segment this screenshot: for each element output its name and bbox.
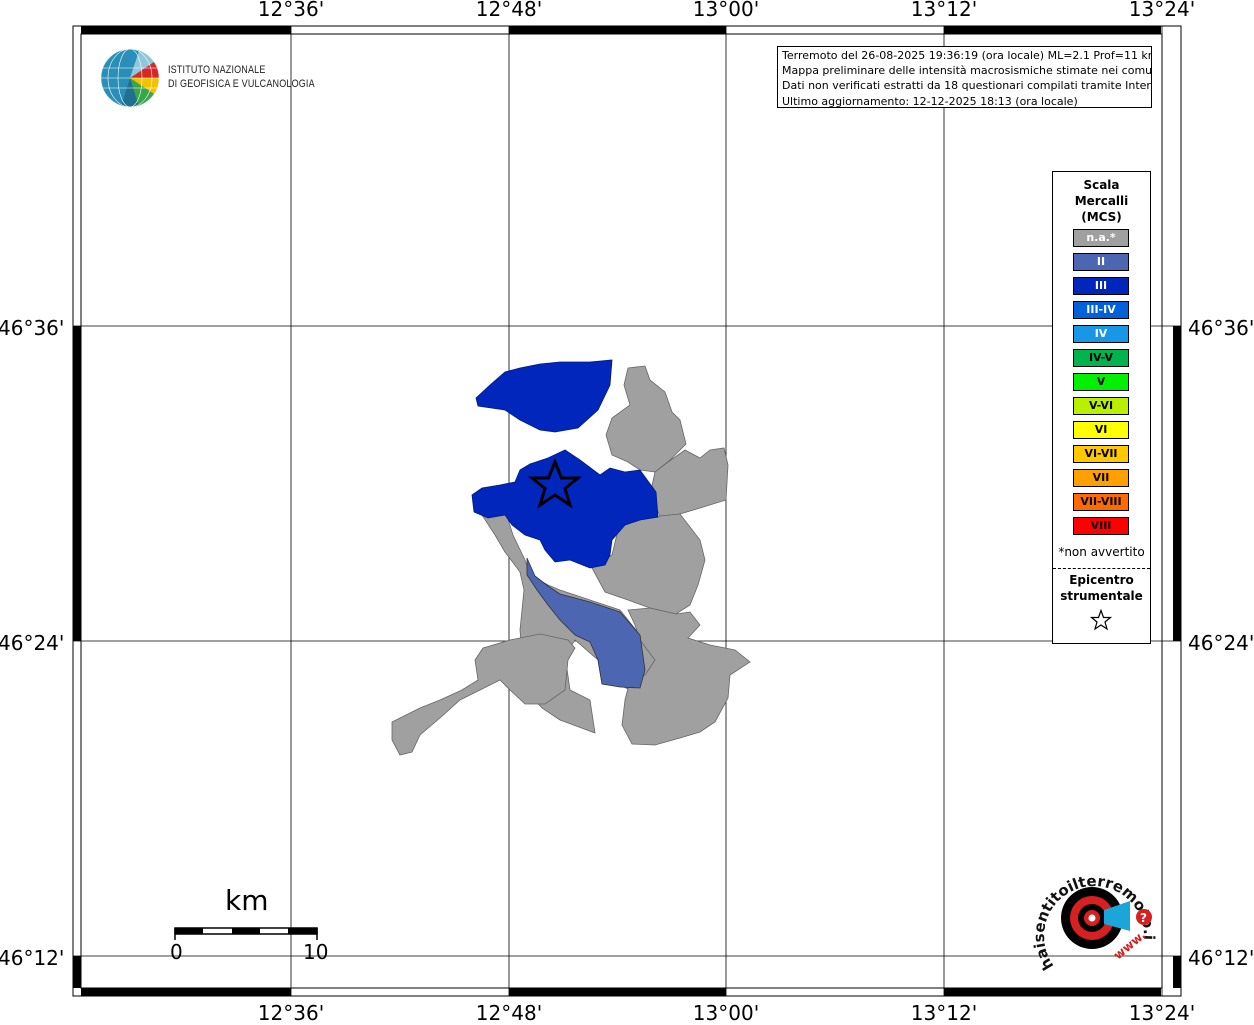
- ingv-name-line2: DI GEOFISICA E VULCANOLOGIA: [168, 78, 315, 90]
- legend-class-swatch: VII-VIII: [1073, 493, 1129, 511]
- legend-note: *non avvertito: [1058, 545, 1145, 559]
- lon-tick-top: 13°12': [910, 0, 978, 21]
- globe-icon: [101, 49, 159, 107]
- legend-title: (MCS): [1081, 210, 1122, 224]
- legend-epicenter-label: Epicentro strumentale: [1053, 572, 1150, 604]
- legend-class-swatch: III-IV: [1073, 301, 1129, 319]
- hsit-logo-graphic: haisentitoilterremoto.it ? www.: [1020, 854, 1158, 973]
- lat-tick-left: 46°24': [0, 631, 65, 655]
- legend-class-swatch: III: [1073, 277, 1129, 295]
- legend-divider: [1053, 568, 1150, 569]
- legend-class-swatch: IV-V: [1073, 349, 1129, 367]
- legend-class-swatch: IV: [1073, 325, 1129, 343]
- lon-tick-top: 12°48': [475, 0, 543, 21]
- municipality-area: [605, 365, 687, 473]
- frame-bar-bottom: [81, 988, 1161, 996]
- star-icon: [1090, 609, 1112, 631]
- event-info-line: Dati non verificati estratti da 18 quest…: [782, 79, 1152, 93]
- event-info-line: Terremoto del 26-08-2025 19:36:19 (ora l…: [782, 49, 1152, 62]
- legend-class-swatch: VI: [1073, 421, 1129, 439]
- municipality-area: [475, 359, 613, 433]
- lat-tick-right: 46°12': [1188, 946, 1254, 970]
- lon-tick-top: 13°00': [692, 0, 760, 21]
- legend-title: Scala: [1083, 178, 1120, 192]
- lat-tick-right: 46°36': [1188, 316, 1254, 340]
- lon-tick-top: 12°36': [257, 0, 325, 21]
- legend-class-swatch: II: [1073, 253, 1129, 271]
- lon-tick-bottom: 13°24': [1128, 1001, 1196, 1025]
- lat-tick-right: 46°24': [1188, 631, 1254, 655]
- ingv-logo: [100, 48, 164, 114]
- lon-tick-bottom: 13°12': [910, 1001, 978, 1025]
- lat-tick-left: 46°12': [0, 946, 65, 970]
- scale-start-label: 0: [170, 940, 183, 964]
- lon-tick-bottom: 13°00': [692, 1001, 760, 1025]
- legend-class-swatch: V-VI: [1073, 397, 1129, 415]
- frame-bar-left: [73, 326, 81, 988]
- ingv-name-line1: ISTITUTO NAZIONALE: [168, 64, 266, 76]
- event-info-line: Ultimo aggiornamento: 12-12-2025 18:13 (…: [782, 94, 1078, 108]
- event-info-line: Mappa preliminare delle intensità macros…: [782, 64, 1152, 78]
- legend-class-swatch: VII: [1073, 469, 1129, 487]
- legend-class-swatch: n.a.*: [1073, 229, 1129, 247]
- municipality-area: [391, 633, 576, 756]
- event-info-box: Terremoto del 26-08-2025 19:36:19 (ora l…: [777, 46, 1152, 108]
- lon-tick-bottom: 12°36': [257, 1001, 325, 1025]
- scale-end-label: 10: [303, 940, 329, 964]
- mcs-legend: Scala Mercalli (MCS) n.a.* II III III-IV IV I…: [1052, 171, 1151, 644]
- hsit-logo: haisentitoilterremoto.it ? www.: [1020, 854, 1164, 987]
- frame-bar-top: [81, 26, 1161, 34]
- frame-bar-right: [1173, 326, 1181, 988]
- legend-epicenter-line: strumentale: [1060, 589, 1143, 603]
- lat-tick-left: 46°36': [0, 316, 65, 340]
- legend-class-swatch: VI-VII: [1073, 445, 1129, 463]
- legend-class-swatch: VIII: [1073, 517, 1129, 535]
- lon-tick-bottom: 12°48': [475, 1001, 543, 1025]
- svg-text:?: ?: [1140, 911, 1147, 925]
- lon-tick-top: 13°24': [1128, 0, 1196, 21]
- legend-class-swatch: V: [1073, 373, 1129, 391]
- legend-title: Mercalli: [1074, 194, 1129, 208]
- scale-bar-graphic: [174, 927, 318, 940]
- legend-epicenter-line: Epicentro: [1069, 573, 1134, 587]
